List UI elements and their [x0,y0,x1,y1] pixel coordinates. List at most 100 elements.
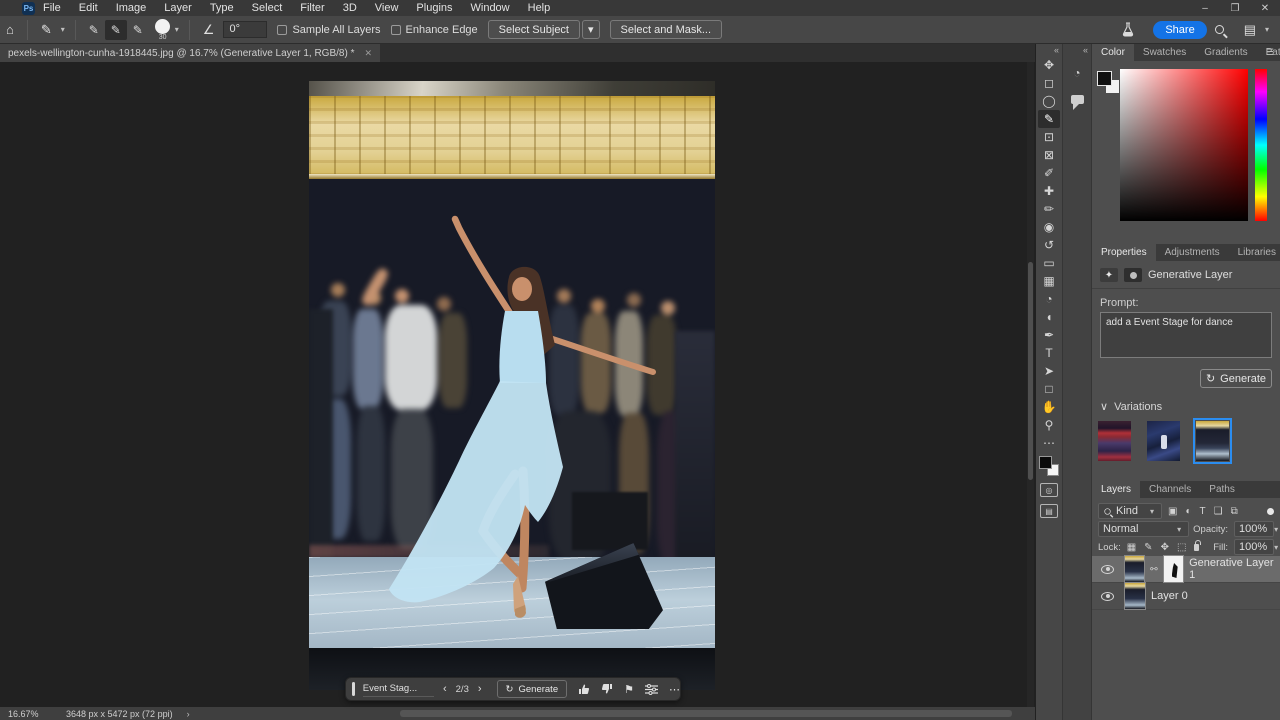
status-expand-icon[interactable]: › [173,709,190,719]
add-selection-mode-icon[interactable]: ✎ [105,20,127,40]
layer-visibility-eye-icon[interactable] [1101,565,1114,574]
edit-toolbar-icon[interactable]: ⋯ [1038,434,1060,452]
zoom-level-field[interactable]: 16.67% [0,709,48,719]
opacity-dropdown[interactable]: 100% ▾ [1234,521,1274,537]
foreground-color-swatch[interactable] [1097,71,1112,86]
select-subject-button[interactable]: Select Subject [488,20,580,39]
menu-item[interactable]: Type [210,2,234,14]
workspace-switcher-icon[interactable]: ▤ [1238,22,1262,38]
menu-item[interactable]: Help [528,2,551,14]
panel-tab[interactable]: Paths [1200,481,1244,498]
menu-item[interactable]: 3D [343,2,357,14]
vertical-scrollbar[interactable] [1027,62,1034,707]
tool-button[interactable]: T [1038,344,1060,362]
layer-name[interactable]: Layer 0 [1151,590,1188,602]
enhance-edge-checkbox[interactable] [391,25,401,35]
thumbs-up-icon[interactable] [578,683,590,695]
home-icon[interactable]: ⌂ [0,22,20,37]
layer-row-generative[interactable]: ⚯ Generative Layer 1 [1092,556,1280,583]
scrollbar-thumb[interactable] [1028,262,1033,480]
filter-smart-objects-icon[interactable]: ⧉ [1229,506,1240,517]
menu-item[interactable]: Select [252,2,283,14]
filter-adjustment-layers-icon[interactable]: ◐ [1183,506,1193,517]
close-icon[interactable]: ✕ [1250,3,1280,14]
layer-row-background[interactable]: Layer 0 [1092,583,1280,610]
properties-sliders-icon[interactable] [645,684,658,695]
menu-item[interactable]: Edit [79,2,98,14]
sample-all-layers-checkbox[interactable] [277,25,287,35]
tool-button[interactable]: ✐ [1038,164,1060,182]
report-flag-icon[interactable]: ⚑ [624,683,634,696]
tool-button[interactable]: □ [1038,380,1060,398]
taskbar-prompt-field[interactable]: Event Stag... [363,681,434,697]
fill-dropdown[interactable]: 100% ▾ [1234,539,1274,555]
blend-mode-dropdown[interactable]: Normal ▾ [1098,521,1189,537]
panel-tab[interactable]: Color [1092,44,1134,61]
tool-button[interactable]: ◖ [1038,308,1060,326]
tool-button[interactable]: ↺ [1038,236,1060,254]
menu-item[interactable]: File [43,2,61,14]
layer-mask-thumbnail[interactable] [1163,555,1184,583]
layer-name[interactable]: Generative Layer 1 [1189,557,1280,581]
layer-filter-dropdown[interactable]: Kind ▾ [1098,503,1162,519]
chevron-down-icon[interactable]: ▾ [172,25,182,34]
tool-button[interactable]: ⊡ [1038,128,1060,146]
panel-menu-icon[interactable]: ☰ [1260,44,1280,61]
select-and-mask-button[interactable]: Select and Mask... [610,20,723,39]
tool-button[interactable]: ✥ [1038,56,1060,74]
taskbar-drag-handle[interactable] [352,682,355,696]
thumbs-down-icon[interactable] [601,683,613,695]
beaker-icon[interactable] [1121,22,1135,37]
tool-button[interactable]: ⊠ [1038,146,1060,164]
brush-preset-icon[interactable]: ✎ [35,22,58,38]
layer-thumbnail[interactable] [1124,582,1146,610]
next-variation-icon[interactable]: › [469,683,491,695]
collapse-panel-icon[interactable]: « [1083,44,1091,56]
select-subject-dropdown[interactable]: ▾ [582,20,600,39]
panel-tab[interactable]: Gradients [1195,44,1256,61]
filter-pixel-layers-icon[interactable]: ▣ [1166,506,1179,517]
tool-button[interactable]: ▦ [1038,272,1060,290]
history-panel-icon[interactable]: ◔ [1067,64,1087,82]
tool-button[interactable]: ➤ [1038,362,1060,380]
comments-panel-icon[interactable] [1067,90,1087,108]
minimize-icon[interactable]: – [1190,3,1220,14]
menu-item[interactable]: Filter [300,2,324,14]
document-canvas[interactable] [309,81,715,690]
horizontal-scrollbar[interactable] [400,710,1012,717]
tool-button[interactable]: ✚ [1038,182,1060,200]
layer-thumbnail[interactable] [1124,555,1145,583]
more-options-icon[interactable]: ⋯ [669,683,680,696]
panel-tab[interactable]: Swatches [1134,44,1195,61]
previous-variation-icon[interactable]: ‹ [434,683,456,695]
collapse-panel-icon[interactable]: « [1054,44,1062,56]
tool-button[interactable]: ✎ [1038,110,1060,128]
hue-slider[interactable] [1255,69,1267,221]
tool-button[interactable]: ✏ [1038,200,1060,218]
layer-visibility-eye-icon[interactable] [1101,592,1114,601]
subtract-selection-mode-icon[interactable]: ✎ [127,20,149,40]
search-icon[interactable] [1215,25,1224,34]
panel-tab[interactable]: Channels [1140,481,1200,498]
lock-artboard-icon[interactable]: ⬚ [1175,542,1188,553]
chevron-down-icon[interactable]: ▾ [1262,25,1272,34]
share-button[interactable]: Share [1153,21,1206,39]
document-tab[interactable]: pexels-wellington-cunha-1918445.jpg @ 16… [0,44,380,62]
canvas-pasteboard[interactable] [0,62,1035,707]
foreground-color-swatch[interactable] [1039,456,1052,469]
panel-tab[interactable]: Libraries [1229,244,1280,261]
tool-button[interactable]: ◯ [1038,92,1060,110]
taskbar-generate-button[interactable]: ↻ Generate [497,680,568,698]
tool-button[interactable]: ⚲ [1038,416,1060,434]
color-picker-field[interactable] [1120,69,1248,221]
quick-mask-icon[interactable]: ◎ [1040,483,1058,497]
lock-all-icon[interactable] [1194,544,1199,551]
tool-button[interactable]: ✋ [1038,398,1060,416]
variation-thumbnail-3-selected[interactable] [1196,421,1229,461]
lock-transparent-pixels-icon[interactable]: ▦ [1125,542,1138,553]
menu-item[interactable]: Layer [164,2,192,14]
tool-button[interactable]: ✒ [1038,326,1060,344]
menu-item[interactable]: View [375,2,399,14]
panel-tab[interactable]: Layers [1092,481,1140,498]
maximize-icon[interactable]: ❐ [1220,3,1250,14]
